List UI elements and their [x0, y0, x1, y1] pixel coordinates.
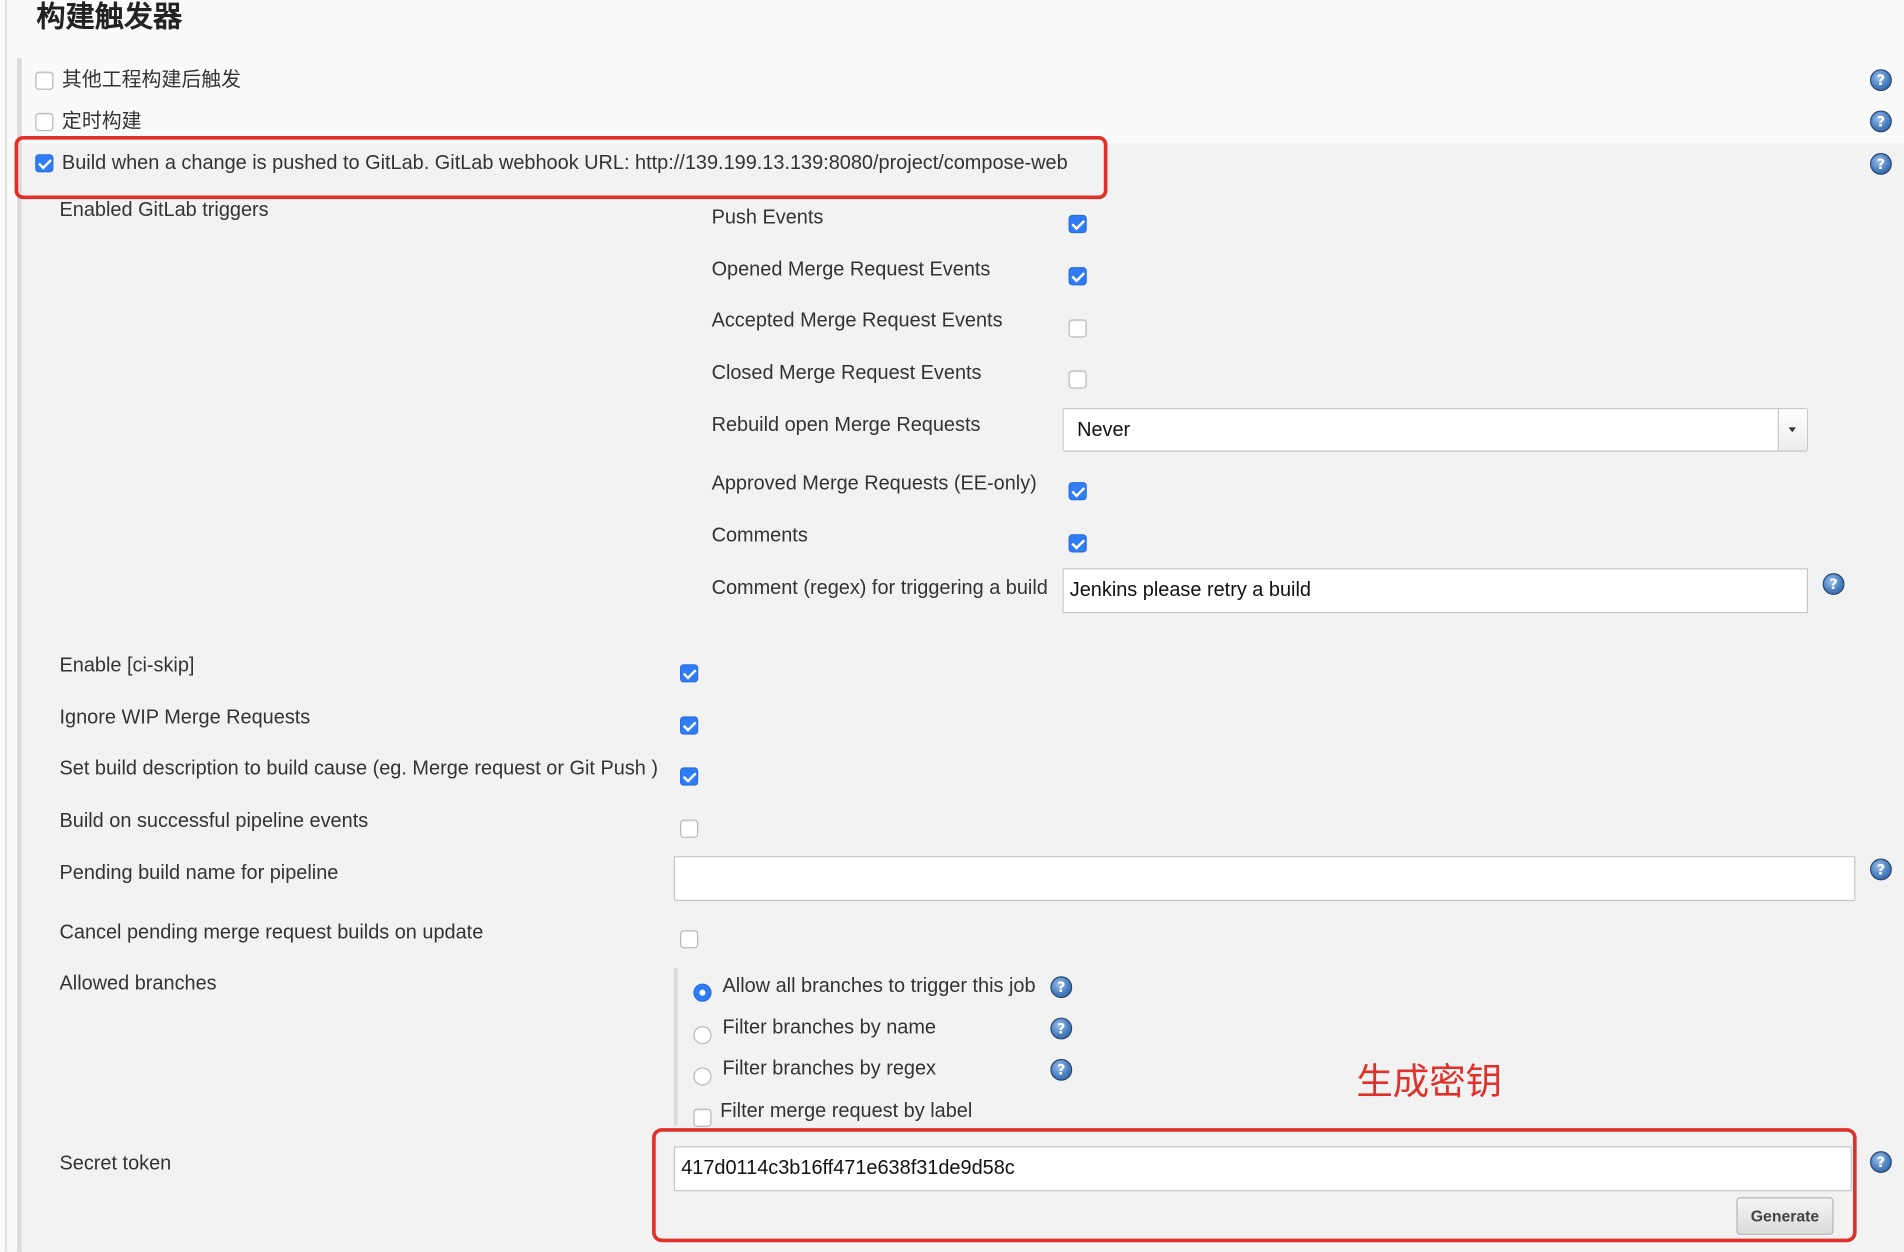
- ignore-wip-label: Ignore WIP Merge Requests: [59, 706, 311, 729]
- set-build-description-label: Set build description to build cause (eg…: [59, 757, 659, 780]
- opened-mr-events-label: Opened Merge Request Events: [711, 258, 991, 281]
- approved-mr-checkbox[interactable]: [1068, 482, 1087, 501]
- filter-branches-by-regex-label: Filter branches by regex: [722, 1057, 937, 1080]
- pending-build-name-label: Pending build name for pipeline: [59, 862, 339, 884]
- filter-branches-by-name-label: Filter branches by name: [722, 1016, 937, 1039]
- push-events-checkbox[interactable]: [1068, 214, 1087, 234]
- cancel-pending-checkbox[interactable]: [679, 930, 699, 949]
- pending-build-name-input[interactable]: [673, 856, 1856, 901]
- ignore-wip-checkbox[interactable]: [679, 716, 699, 735]
- closed-mr-events-label: Closed Merge Request Events: [711, 361, 982, 384]
- comments-checkbox[interactable]: [1068, 534, 1087, 553]
- help-icon[interactable]: [1822, 573, 1845, 595]
- enabled-gitlab-triggers-label: Enabled GitLab triggers: [59, 199, 269, 221]
- chevron-down-icon: [1777, 409, 1807, 451]
- pipeline-events-checkbox[interactable]: [679, 819, 699, 838]
- comment-regex-label: Comment (regex) for triggering a build: [711, 576, 1048, 599]
- generate-button[interactable]: Generate: [1736, 1197, 1834, 1235]
- gitlab-push-trigger-label: Build when a change is pushed to GitLab.…: [61, 151, 1068, 174]
- radio-group-border: [673, 967, 678, 1126]
- accepted-mr-events-label: Accepted Merge Request Events: [711, 309, 1003, 332]
- build-triggers-page: 构建触发器 其他工程构建后触发 定时构建 Build when a change…: [0, 0, 1904, 1252]
- help-icon[interactable]: [1869, 1151, 1892, 1173]
- allowed-branches-label: Allowed branches: [59, 972, 217, 995]
- approved-mr-label: Approved Merge Requests (EE-only): [711, 472, 1037, 495]
- set-build-description-checkbox[interactable]: [679, 767, 699, 786]
- build-periodically-checkbox[interactable]: [35, 112, 54, 132]
- build-after-other-projects-checkbox[interactable]: [35, 71, 54, 90]
- help-icon[interactable]: [1869, 110, 1892, 133]
- closed-mr-events-checkbox[interactable]: [1068, 370, 1087, 389]
- push-events-label: Push Events: [711, 206, 824, 229]
- help-icon[interactable]: [1869, 858, 1892, 881]
- filter-mr-by-label-checkbox[interactable]: [693, 1108, 712, 1127]
- comments-label: Comments: [711, 524, 808, 547]
- ci-skip-label: Enable [ci-skip]: [59, 654, 195, 677]
- allow-all-branches-radio[interactable]: [693, 983, 712, 1002]
- left-border-line: [4, 0, 8, 1252]
- select-value: Never: [1077, 418, 1131, 441]
- opened-mr-events-checkbox[interactable]: [1068, 267, 1087, 286]
- accepted-mr-events-checkbox[interactable]: [1068, 319, 1087, 338]
- annotation-generate-key-text: 生成密钥: [1356, 1062, 1503, 1103]
- pipeline-events-label: Build on successful pipeline events: [59, 809, 369, 832]
- filter-mr-by-label-label: Filter merge request by label: [720, 1100, 973, 1122]
- help-icon[interactable]: [1050, 1017, 1073, 1040]
- help-icon[interactable]: [1050, 976, 1073, 999]
- help-icon[interactable]: [1869, 152, 1892, 175]
- cancel-pending-label: Cancel pending merge request builds on u…: [59, 921, 484, 944]
- secret-token-label: Secret token: [59, 1152, 172, 1175]
- filter-branches-by-regex-radio[interactable]: [693, 1067, 712, 1086]
- filter-branches-by-name-radio[interactable]: [693, 1026, 712, 1045]
- rebuild-open-mr-select[interactable]: Never: [1062, 407, 1809, 452]
- comment-regex-input[interactable]: [1062, 568, 1809, 614]
- build-after-other-projects-label: 其他工程构建后触发: [61, 69, 242, 92]
- secret-token-input[interactable]: [673, 1146, 1852, 1192]
- rebuild-open-mr-label: Rebuild open Merge Requests: [711, 414, 981, 436]
- gitlab-push-trigger-checkbox[interactable]: [35, 154, 54, 173]
- help-icon[interactable]: [1869, 69, 1892, 92]
- section-title: 构建触发器: [36, 1, 183, 34]
- ci-skip-checkbox[interactable]: [679, 664, 699, 683]
- build-periodically-label: 定时构建: [61, 110, 142, 133]
- help-icon[interactable]: [1050, 1058, 1073, 1081]
- allow-all-branches-label: Allow all branches to trigger this job: [722, 975, 1036, 997]
